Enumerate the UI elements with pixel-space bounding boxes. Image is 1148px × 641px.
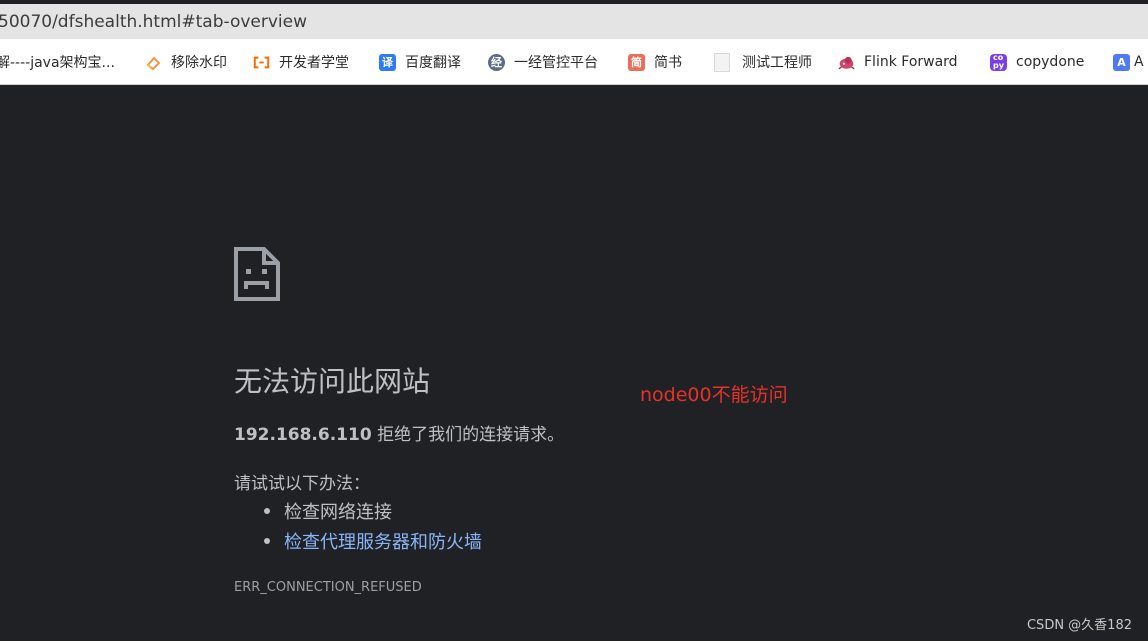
suggestion-check-proxy-link[interactable]: 检查代理服务器和防火墙 <box>264 528 482 554</box>
jianshu-icon: 简 <box>628 53 645 71</box>
bookmark-item-flink-forward[interactable]: Flink Forward <box>838 39 958 84</box>
bookmark-label: copydone <box>1016 54 1085 70</box>
bookmark-label: 移除水印 <box>171 55 227 71</box>
bookmark-label: 开发者学堂 <box>279 55 349 71</box>
address-bar[interactable]: 50070/dfshealth.html#tab-overview <box>0 4 1148 39</box>
bookmark-item-copydone[interactable]: co py copydone <box>990 39 1085 84</box>
suggestion-check-network: 检查网络连接 <box>264 498 392 524</box>
url-text[interactable]: 50070/dfshealth.html#tab-overview <box>0 12 307 32</box>
sad-page-icon <box>234 247 280 305</box>
page-content <box>0 85 1148 641</box>
bookmark-item-a[interactable]: A A <box>1113 39 1144 84</box>
bullet-icon <box>264 538 270 544</box>
bookmark-label: 测试工程师 <box>742 55 812 71</box>
error-description: 192.168.6.110 拒绝了我们的连接请求。 <box>234 420 564 445</box>
suggestion-text: 检查网络连接 <box>284 502 392 523</box>
bookmark-item-dev-school[interactable]: 开发者学堂 <box>253 39 349 84</box>
bookmark-item-baidu-translate[interactable]: 译 百度翻译 <box>379 39 461 84</box>
bookmark-label: A <box>1134 54 1144 70</box>
bookmark-label: 简书 <box>654 55 682 71</box>
annotation-text: node00不能访问 <box>640 384 788 406</box>
try-label: 请试试以下办法： <box>234 474 370 494</box>
page-icon <box>714 52 730 72</box>
suggestion-link-text[interactable]: 检查代理服务器和防火墙 <box>284 528 482 554</box>
bookmark-label: 解----java架构宝... <box>0 55 115 71</box>
bookmark-label: 一经管控平台 <box>514 55 598 71</box>
error-message: 拒绝了我们的连接请求。 <box>377 425 565 445</box>
bookmark-item-remove-watermark[interactable]: 移除水印 <box>145 39 227 84</box>
error-code: ERR_CONNECTION_REFUSED <box>234 580 422 595</box>
bookmark-label: 百度翻译 <box>405 55 461 71</box>
bookmark-item-java[interactable]: 解----java架构宝... <box>0 39 115 84</box>
jing-icon: 经 <box>488 53 505 71</box>
error-host: 192.168.6.110 <box>234 425 372 445</box>
flink-icon <box>838 54 855 71</box>
translate-icon: 译 <box>379 53 396 71</box>
bookmark-item-jing[interactable]: 经 一经管控平台 <box>488 39 598 84</box>
bookmark-label: Flink Forward <box>864 54 958 70</box>
error-title: 无法访问此网站 <box>234 365 431 398</box>
bookmarks-bar: 解----java架构宝... 移除水印 开发者学堂 译 百度翻译 经 一经管控… <box>0 39 1148 85</box>
eraser-icon <box>145 53 162 71</box>
a-icon: A <box>1113 53 1130 71</box>
copydone-icon: co py <box>990 53 1007 71</box>
bookmark-item-test-engineer[interactable]: 测试工程师 <box>714 39 812 84</box>
bookmark-item-jianshu[interactable]: 简 简书 <box>628 39 682 84</box>
watermark: CSDN @久香182 <box>1026 618 1132 633</box>
bullet-icon <box>264 508 270 514</box>
aliyun-icon <box>253 53 270 71</box>
